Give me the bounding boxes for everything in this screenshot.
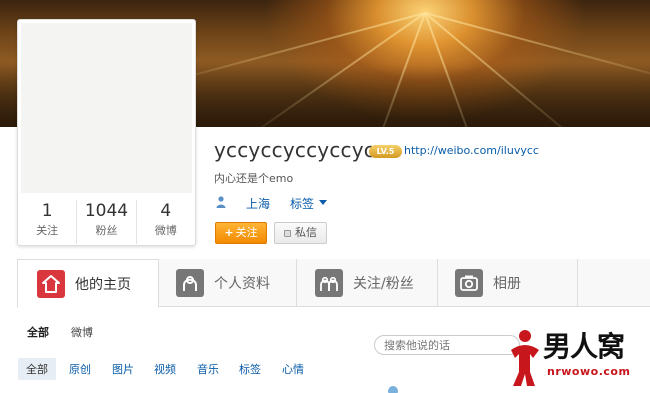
stat-label: 微博: [154, 224, 177, 237]
mail-icon: [284, 230, 291, 237]
filter-all[interactable]: 全部: [18, 358, 56, 380]
filter-bar: 全部 原创 图片 视频 音乐 标签 心情: [17, 358, 517, 380]
watermark-brand: 男人窝: [543, 330, 625, 363]
tab-home[interactable]: 他的主页: [17, 259, 159, 308]
avatar-card: 1 关注 1044 粉丝 4 微博: [17, 19, 196, 246]
tab-label: 他的主页: [75, 276, 131, 293]
home-icon: [37, 269, 65, 298]
stat-value: 4: [160, 201, 172, 221]
camera-icon: [455, 269, 483, 297]
stat-following[interactable]: 1 关注: [18, 200, 78, 244]
users-icon: [315, 269, 343, 297]
watermark-url: nrwowo.com: [547, 365, 631, 378]
filter-tags[interactable]: 标签: [239, 361, 261, 377]
profile-icon: [176, 269, 204, 297]
figure-icon: [511, 330, 539, 386]
filter-music[interactable]: 音乐: [197, 361, 219, 377]
location-person-icon: [216, 196, 226, 208]
level-badge[interactable]: LV.5: [369, 145, 402, 158]
subtab-weibo[interactable]: 微博: [71, 324, 93, 340]
plus-icon: +: [224, 226, 234, 239]
subtab-all[interactable]: 全部: [27, 324, 49, 340]
message-button-label: 私信: [295, 226, 317, 239]
tab-label: 相册: [493, 276, 521, 292]
stat-label: 粉丝: [95, 224, 118, 237]
filter-images[interactable]: 图片: [112, 361, 134, 377]
avatar[interactable]: [21, 23, 192, 193]
tab-separator: [577, 259, 578, 307]
info-icon: [388, 386, 398, 393]
stat-value: 1044: [84, 201, 129, 221]
follow-button[interactable]: + 关注: [215, 222, 267, 244]
stat-value: 1: [41, 201, 53, 221]
profile-tabbar: 他的主页 个人资料 关注/粉丝 相册: [17, 259, 650, 308]
stat-posts[interactable]: 4 微博: [137, 200, 195, 244]
tab-follow-fans[interactable]: 关注/粉丝: [315, 259, 455, 307]
profile-url-link[interactable]: http://weibo.com/iluvycc: [404, 144, 539, 157]
profile-nickname: yccyccyccyccycc: [214, 138, 387, 162]
watermark-logo: 男人窝 nrwowo.com: [505, 322, 650, 392]
tab-label: 个人资料: [214, 276, 270, 292]
location-link[interactable]: 上海: [246, 195, 270, 212]
profile-description: 内心还是个emo: [214, 172, 294, 185]
stats-bar: 1 关注 1044 粉丝 4 微博: [18, 200, 195, 244]
tab-label: 关注/粉丝: [353, 276, 414, 292]
message-button[interactable]: 私信: [274, 222, 327, 244]
filter-original[interactable]: 原创: [69, 361, 91, 377]
tab-profile-info[interactable]: 个人资料: [176, 259, 296, 307]
tab-separator: [437, 259, 438, 307]
tab-separator: [296, 259, 297, 307]
tags-link[interactable]: 标签: [290, 195, 314, 212]
filter-mood[interactable]: 心情: [282, 361, 304, 377]
follow-button-label: 关注: [235, 226, 258, 239]
search-input[interactable]: [374, 335, 520, 355]
chevron-down-icon[interactable]: [319, 200, 327, 205]
stat-followers[interactable]: 1044 粉丝: [77, 200, 137, 244]
tab-album[interactable]: 相册: [455, 259, 575, 307]
stat-label: 关注: [36, 224, 59, 237]
filter-video[interactable]: 视频: [154, 361, 176, 377]
